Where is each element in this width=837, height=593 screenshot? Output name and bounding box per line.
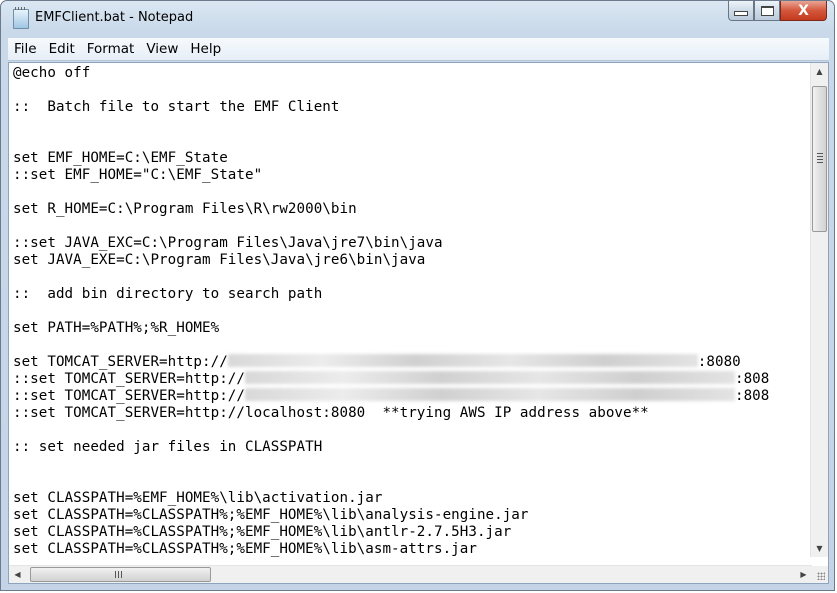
text-line: ::set JAVA_EXC=C:\Program Files\Java\jre…	[13, 235, 806, 252]
text-line: set JAVA_EXE=C:\Program Files\Java\jre6\…	[13, 252, 806, 269]
text-content[interactable]: @echo off:: Batch file to start the EMF …	[13, 65, 806, 559]
text-editor[interactable]: @echo off:: Batch file to start the EMF …	[8, 62, 829, 584]
line-text: ::set TOMCAT_SERVER=http://	[13, 371, 245, 387]
text-line	[13, 269, 806, 286]
line-text: ::set TOMCAT_SERVER=http://	[13, 388, 245, 404]
menu-file[interactable]: File	[8, 38, 43, 60]
text-line	[13, 116, 806, 133]
line-text: set JAVA_EXE=C:\Program Files\Java\jre6\…	[13, 252, 426, 268]
redacted-host	[244, 371, 735, 384]
text-line: :: add bin directory to search path	[13, 286, 806, 303]
line-text: set CLASSPATH=%CLASSPATH%;%EMF_HOME%\lib…	[13, 524, 512, 540]
text-line	[13, 422, 806, 439]
minimize-icon	[734, 11, 748, 16]
line-text: set TOMCAT_SERVER=http://	[13, 354, 228, 370]
line-suffix: :8080	[697, 354, 741, 370]
text-line	[13, 303, 806, 320]
menu-help[interactable]: Help	[184, 38, 227, 60]
minimize-button[interactable]	[728, 1, 754, 21]
text-line: ::set TOMCAT_SERVER=http://localhost:808…	[13, 405, 806, 422]
maximize-icon	[760, 5, 774, 16]
scroll-down-arrow-icon[interactable]: ▼	[811, 540, 828, 557]
line-text: set EMF_HOME=C:\EMF_State	[13, 150, 228, 166]
text-line: set R_HOME=C:\Program Files\R\rw2000\bin	[13, 201, 806, 218]
horizontal-scroll-thumb[interactable]	[30, 567, 211, 582]
vertical-scroll-thumb[interactable]	[812, 86, 827, 232]
text-line: ::set EMF_HOME="C:\EMF_State"	[13, 167, 806, 184]
grip-icon	[115, 571, 123, 578]
menu-bar: File Edit Format View Help	[8, 38, 829, 61]
text-line: ::set TOMCAT_SERVER=http:// :808	[13, 388, 806, 405]
line-text: set CLASSPATH=%EMF_HOME%\lib\activation.…	[13, 490, 383, 506]
text-line	[13, 82, 806, 99]
text-line: set CLASSPATH=%EMF_HOME%\lib\activation.…	[13, 490, 806, 507]
maximize-button[interactable]	[754, 1, 780, 21]
redacted-host	[244, 388, 735, 401]
text-line: :: Batch file to start the EMF Client	[13, 99, 806, 116]
text-line: :: set needed jar files in CLASSPATH	[13, 439, 806, 456]
line-text: :: add bin directory to search path	[13, 286, 323, 302]
line-text: :: set needed jar files in CLASSPATH	[13, 439, 323, 455]
menu-format[interactable]: Format	[81, 38, 141, 60]
text-line	[13, 456, 806, 473]
title-bar[interactable]: EMFClient.bat - Notepad X	[1, 1, 834, 37]
scroll-left-arrow-icon[interactable]: ◀	[9, 566, 26, 583]
close-button[interactable]: X	[780, 1, 827, 21]
text-line: set PATH=%PATH%;%R_HOME%	[13, 320, 806, 337]
line-text: ::set JAVA_EXC=C:\Program Files\Java\jre…	[13, 235, 443, 251]
notepad-window: EMFClient.bat - Notepad X File Edit Form…	[0, 0, 835, 591]
window-title: EMFClient.bat - Notepad	[35, 10, 194, 25]
text-line	[13, 218, 806, 235]
text-line: set TOMCAT_SERVER=http:// :8080	[13, 354, 806, 371]
text-line	[13, 184, 806, 201]
text-line	[13, 337, 806, 354]
line-text: set R_HOME=C:\Program Files\R\rw2000\bin	[13, 201, 357, 217]
vertical-scrollbar[interactable]: ▲ ▼	[810, 63, 828, 557]
grip-icon	[817, 153, 823, 163]
scroll-right-arrow-icon[interactable]: ▶	[795, 566, 812, 583]
redacted-host	[227, 354, 698, 367]
notepad-icon[interactable]	[13, 7, 29, 29]
line-text: :: Batch file to start the EMF Client	[13, 99, 340, 115]
text-line	[13, 473, 806, 490]
line-text: set CLASSPATH=%CLASSPATH%;%EMF_HOME%\lib…	[13, 541, 477, 557]
line-text: @echo off	[13, 65, 91, 81]
line-text: ::set EMF_HOME="C:\EMF_State"	[13, 167, 263, 183]
line-text: ::set TOMCAT_SERVER=http://localhost:808…	[13, 405, 649, 421]
menu-edit[interactable]: Edit	[43, 38, 81, 60]
size-grip-icon[interactable]	[811, 566, 828, 583]
line-text: set PATH=%PATH%;%R_HOME%	[13, 320, 220, 336]
text-line: set CLASSPATH=%CLASSPATH%;%EMF_HOME%\lib…	[13, 524, 806, 541]
text-line: @echo off	[13, 65, 806, 82]
caption-buttons: X	[728, 1, 827, 22]
text-line: ::set TOMCAT_SERVER=http:// :808	[13, 371, 806, 388]
text-line: set EMF_HOME=C:\EMF_State	[13, 150, 806, 167]
close-icon: X	[798, 2, 809, 19]
scroll-up-arrow-icon[interactable]: ▲	[811, 63, 828, 80]
line-suffix: :808	[734, 371, 770, 387]
line-text: set CLASSPATH=%CLASSPATH%;%EMF_HOME%\lib…	[13, 507, 529, 523]
horizontal-scrollbar[interactable]: ◀ ▶	[9, 565, 812, 583]
text-line: set CLASSPATH=%CLASSPATH%;%EMF_HOME%\lib…	[13, 541, 806, 558]
menu-view[interactable]: View	[140, 38, 184, 60]
text-line	[13, 133, 806, 150]
line-suffix: :808	[734, 388, 770, 404]
text-line: set CLASSPATH=%CLASSPATH%;%EMF_HOME%\lib…	[13, 507, 806, 524]
